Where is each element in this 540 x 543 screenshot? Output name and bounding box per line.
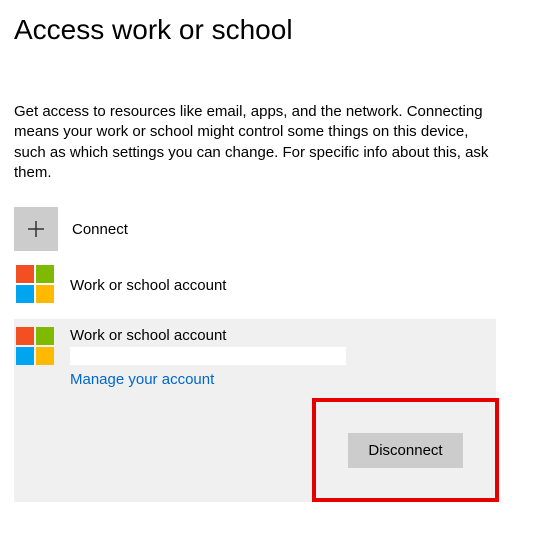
account-label: Work or school account (70, 277, 226, 294)
connect-label: Connect (72, 221, 128, 238)
description-text: Get access to resources like email, apps… (14, 102, 504, 183)
connect-button[interactable]: Connect (14, 205, 540, 253)
account-row[interactable]: Work or school account (14, 261, 540, 309)
microsoft-logo-icon (16, 265, 56, 305)
page-title: Access work or school (14, 14, 540, 46)
expanded-account-panel: Work or school account Manage your accou… (14, 319, 496, 502)
microsoft-logo-icon (16, 327, 56, 367)
highlight-annotation: Disconnect (312, 398, 499, 502)
account-identifier-field (70, 347, 346, 365)
manage-account-link[interactable]: Manage your account (70, 371, 214, 388)
expanded-account-title: Work or school account (70, 327, 346, 344)
plus-icon (14, 207, 58, 251)
disconnect-button[interactable]: Disconnect (348, 433, 462, 468)
